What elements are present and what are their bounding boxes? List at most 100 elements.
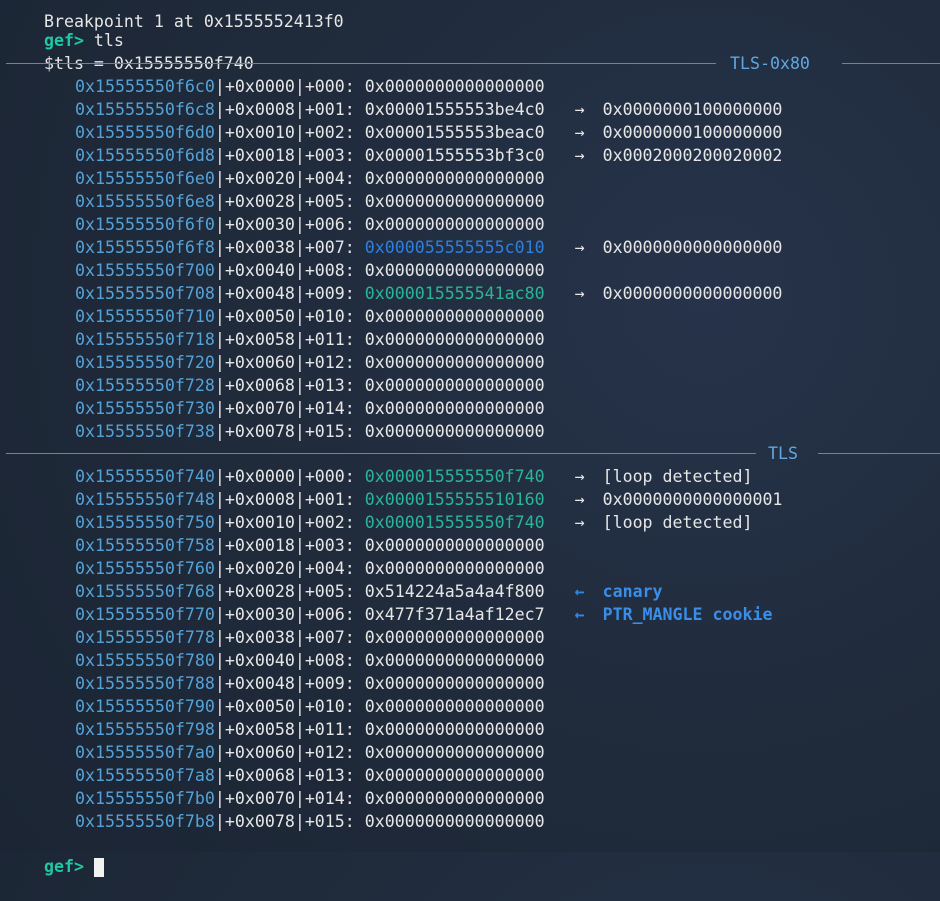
column-separator	[355, 651, 365, 670]
column-separator: |	[214, 743, 225, 762]
column-separator: |	[294, 536, 305, 555]
column-separator: |	[294, 77, 305, 96]
memory-row: 0x15555550f790|+0x0050|+010: 0x000000000…	[75, 695, 545, 718]
memory-row: 0x15555550f710|+0x0050|+010: 0x000000000…	[75, 305, 545, 328]
row-value: 0x0000000000000000	[364, 743, 545, 762]
row-index: +010:	[304, 697, 355, 716]
row-index: +015:	[304, 422, 355, 441]
row-value: 0x0000000000000000	[364, 812, 545, 831]
row-index: +013:	[304, 376, 355, 395]
row-index: +007:	[304, 628, 355, 647]
column-separator: |	[294, 376, 305, 395]
column-separator: |	[294, 559, 305, 578]
column-separator: |	[214, 399, 225, 418]
row-offset: +0x0058	[224, 330, 295, 349]
row-offset: +0x0060	[224, 743, 295, 762]
memory-row: 0x15555550f760|+0x0020|+004: 0x000000000…	[75, 557, 545, 580]
row-dereference: 0x0002000200020002	[602, 146, 783, 165]
row-value: 0x0000000000000000	[364, 307, 545, 326]
terminal-window[interactable]: Breakpoint 1 at 0x1555552413f0 gef> tls …	[0, 0, 940, 877]
row-dereference: [loop detected]	[602, 513, 753, 532]
row-dereference: 0x0000000000000001	[602, 490, 783, 509]
row-index: +007:	[304, 238, 355, 257]
column-separator	[355, 238, 365, 257]
column-separator: |	[214, 353, 225, 372]
column-separator: |	[214, 605, 225, 624]
row-offset: +0x0068	[224, 376, 295, 395]
column-separator	[355, 467, 365, 486]
column-separator	[355, 353, 365, 372]
row-offset: +0x0048	[224, 674, 295, 693]
row-value: 0x0000000000000000	[364, 536, 545, 555]
row-value: 0x0000000000000000	[364, 766, 545, 785]
row-offset: +0x0030	[224, 215, 295, 234]
row-index: +000:	[304, 467, 355, 486]
row-value: 0x000015555541ac80	[364, 284, 545, 303]
row-value: 0x000055555555c010	[364, 238, 545, 257]
column-separator: |	[214, 146, 225, 165]
column-separator: |	[214, 720, 225, 739]
row-offset: +0x0008	[224, 100, 295, 119]
row-value: 0x0000000000000000	[364, 674, 545, 693]
column-separator	[355, 697, 365, 716]
memory-row: 0x15555550f6e0|+0x0020|+004: 0x000000000…	[75, 167, 545, 190]
row-dereference: 0x0000000000000000	[602, 238, 783, 257]
column-separator	[355, 766, 365, 785]
row-address: 0x15555550f768	[75, 582, 215, 601]
row-offset: +0x0040	[224, 651, 295, 670]
memory-row: 0x15555550f778|+0x0038|+007: 0x000000000…	[75, 626, 545, 649]
column-separator	[355, 559, 365, 578]
memory-row: 0x15555550f7b8|+0x0078|+015: 0x000000000…	[75, 810, 545, 833]
row-offset: +0x0048	[224, 284, 295, 303]
column-separator: |	[214, 192, 225, 211]
column-separator: |	[214, 812, 225, 831]
column-separator: |	[294, 330, 305, 349]
row-value: 0x0000000000000000	[364, 559, 545, 578]
row-offset: +0x0020	[224, 169, 295, 188]
row-address: 0x15555550f7a8	[75, 766, 215, 785]
column-separator	[355, 146, 365, 165]
memory-row: 0x15555550f7b0|+0x0070|+014: 0x000000000…	[75, 787, 545, 810]
memory-row: 0x15555550f758|+0x0018|+003: 0x000000000…	[75, 534, 545, 557]
row-address: 0x15555550f750	[75, 513, 215, 532]
memory-row: 0x15555550f780|+0x0040|+008: 0x000000000…	[75, 649, 545, 672]
row-value: 0x0000000000000000	[364, 353, 545, 372]
memory-row: 0x15555550f770|+0x0030|+006: 0x477f371a4…	[75, 603, 772, 626]
row-offset: +0x0078	[224, 812, 295, 831]
row-index: +005:	[304, 192, 355, 211]
row-address: 0x15555550f788	[75, 674, 215, 693]
row-index: +003:	[304, 146, 355, 165]
row-value: 0x000015555550f740	[364, 467, 545, 486]
right-arrow-icon: →	[574, 467, 585, 486]
row-offset: +0x0038	[224, 628, 295, 647]
right-arrow-icon: →	[574, 513, 585, 532]
row-offset: +0x0070	[224, 789, 295, 808]
column-separator: |	[294, 353, 305, 372]
row-address: 0x15555550f6e0	[75, 169, 215, 188]
memory-row: 0x15555550f720|+0x0060|+012: 0x000000000…	[75, 351, 545, 374]
section-title: TLS	[768, 444, 798, 463]
column-separator: |	[294, 812, 305, 831]
row-index: +004:	[304, 169, 355, 188]
row-address: 0x15555550f748	[75, 490, 215, 509]
column-separator: |	[214, 330, 225, 349]
column-separator: |	[294, 422, 305, 441]
right-arrow-icon: →	[574, 100, 585, 119]
row-value: 0x0000000000000000	[364, 422, 545, 441]
row-index: +014:	[304, 789, 355, 808]
row-index: +014:	[304, 399, 355, 418]
column-separator	[355, 743, 365, 762]
separator-rule-left	[6, 453, 756, 454]
row-offset: +0x0000	[224, 77, 295, 96]
row-offset: +0x0050	[224, 697, 295, 716]
row-address: 0x15555550f770	[75, 605, 215, 624]
column-separator: |	[294, 261, 305, 280]
row-address: 0x15555550f6f8	[75, 238, 215, 257]
memory-row: 0x15555550f6f0|+0x0030|+006: 0x000000000…	[75, 213, 545, 236]
row-annotation: canary	[602, 582, 663, 601]
column-separator: |	[294, 307, 305, 326]
gef-prompt: gef>	[43, 857, 84, 876]
row-index: +000:	[304, 77, 355, 96]
row-value: 0x00001555553bf3c0	[364, 146, 545, 165]
row-address: 0x15555550f708	[75, 284, 215, 303]
